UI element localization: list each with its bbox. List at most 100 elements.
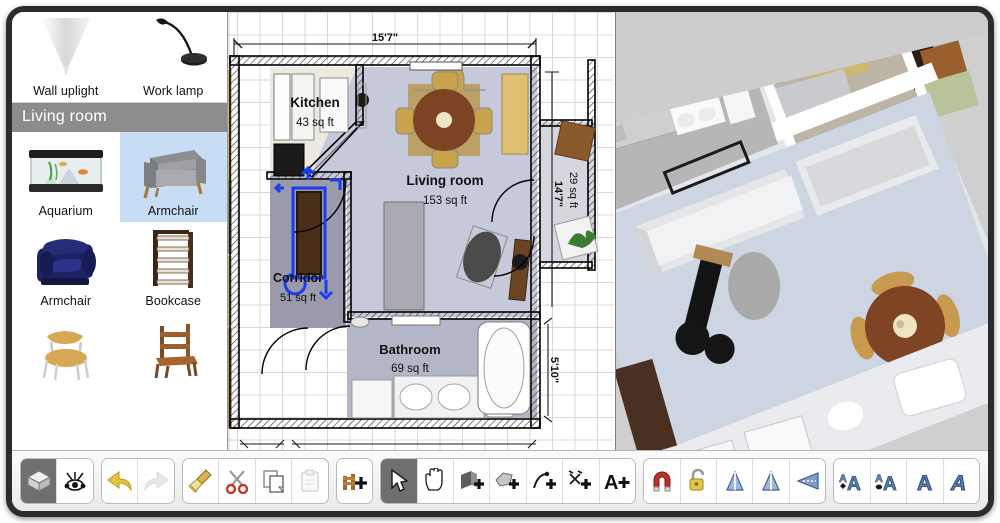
armchair-blue-icon (14, 228, 118, 290)
undo-button[interactable] (101, 459, 139, 503)
scissors-icon (225, 470, 249, 494)
dimension-right-lower: 5'10" (548, 357, 560, 383)
armchair-grey-icon (122, 138, 226, 200)
add-dimension-icon (568, 470, 591, 489)
zoom-out-icon (725, 470, 744, 491)
redo-arrow-icon (144, 471, 170, 492)
chair-white-icon (14, 318, 118, 380)
toolbar-group-text-size: A A A A A A (833, 458, 980, 504)
add-text-icon: A (604, 472, 630, 494)
lock-base-plan-button[interactable] (680, 459, 717, 503)
toolbar-group-edit (181, 458, 329, 504)
furniture-catalog-panel[interactable]: Wall uplight Work lamp Living room Aquar… (12, 12, 228, 462)
dimension-right-upper: 14'7" (552, 181, 564, 207)
catalog-items-grid: Aquarium Armchair Armchair Bookcase (12, 132, 227, 388)
svg-text:A: A (604, 472, 618, 494)
catalog-item-label: Armchair (40, 294, 92, 308)
italic-style-button[interactable]: A (943, 459, 980, 503)
cut-button[interactable] (219, 459, 256, 503)
main-toolbar[interactable]: A A A A A A A (12, 450, 988, 511)
svg-text:A: A (847, 474, 861, 494)
text-bold-icon: A (916, 472, 932, 495)
catalog-item-label: Aquarium (38, 204, 93, 218)
room-area-living: 153 sq ft (423, 195, 468, 207)
open-padlock-icon (689, 468, 705, 491)
paint-style-button[interactable] (182, 459, 220, 503)
create-walls-button[interactable] (454, 459, 491, 503)
room-name-bathroom: Bathroom (379, 342, 440, 357)
svg-text:A: A (875, 473, 883, 485)
pan-tool-button[interactable] (417, 459, 455, 503)
wall-uplight-icon (14, 18, 118, 80)
aerial-view-button[interactable] (21, 459, 58, 503)
catalog-item-label: Work lamp (143, 84, 204, 98)
toolbar-group-plan-tools: A (380, 458, 637, 504)
catalog-previous-category-items: Wall uplight Work lamp (12, 12, 227, 103)
create-dimension-button[interactable] (563, 459, 600, 503)
toolbar-group-furniture (335, 458, 374, 504)
3d-view-panel[interactable] (615, 12, 988, 462)
room-name-kitchen: Kitchen (290, 95, 340, 110)
dimension-top: 15'7" (372, 32, 398, 44)
select-tool-button[interactable] (381, 459, 418, 503)
undo-arrow-icon (106, 471, 132, 492)
add-polyline-icon (532, 471, 556, 489)
add-room-icon (495, 472, 520, 489)
toolbar-group-modifiers (643, 458, 827, 504)
bold-style-button[interactable]: A (907, 459, 944, 503)
paste-button[interactable] (292, 459, 328, 503)
create-polyline-button[interactable] (526, 459, 564, 503)
catalog-category-header[interactable]: Living room (12, 103, 227, 132)
zoom-out-button[interactable] (716, 459, 754, 503)
room-area-bathroom: 69 sq ft (391, 363, 430, 375)
cube-icon (26, 470, 51, 492)
add-furniture-button[interactable] (336, 459, 373, 503)
bookcase-icon (122, 228, 226, 290)
observer-icon (64, 472, 86, 491)
text-shrink-icon: A A (875, 473, 898, 494)
decrease-text-size-button[interactable]: A A (870, 459, 908, 503)
room-area-small: 29 sq ft (567, 172, 579, 208)
redo-button[interactable] (138, 459, 174, 503)
add-furniture-icon (343, 474, 368, 490)
catalog-item-bookcase[interactable]: Bookcase (120, 222, 228, 312)
copy-icon (262, 470, 284, 494)
catalog-item-armchair-blue[interactable]: Armchair (12, 222, 120, 312)
text-italic-icon: A (950, 472, 967, 495)
hand-icon (425, 468, 443, 491)
workspace: 15'7" Kitchen 43 sq ft Living room 153 s… (12, 12, 988, 462)
catalog-item-aquarium[interactable]: Aquarium (12, 132, 120, 222)
catalog-item-chair-wood[interactable] (120, 312, 228, 388)
svg-text:A: A (950, 472, 966, 494)
3d-render[interactable] (616, 12, 988, 462)
flip-horizontal-button[interactable] (789, 459, 826, 503)
magnetism-toggle-button[interactable] (644, 459, 681, 503)
create-rooms-button[interactable] (490, 459, 527, 503)
broom-icon (187, 469, 212, 493)
zoom-in-icon (762, 470, 781, 491)
aquarium-icon (14, 138, 118, 200)
add-text-button[interactable]: A (599, 459, 636, 503)
catalog-item-label: Armchair (147, 204, 199, 218)
svg-text:A: A (883, 474, 897, 494)
add-wall-icon (460, 471, 484, 489)
catalog-item-label: Wall uplight (33, 84, 99, 98)
toolbar-group-view-mode (20, 458, 94, 504)
increase-text-size-button[interactable]: A A (834, 459, 871, 503)
zoom-in-button[interactable] (753, 459, 790, 503)
room-area-kitchen: 43 sq ft (296, 117, 335, 129)
copy-button[interactable] (255, 459, 293, 503)
room-area-corridor: 51 sq ft (280, 292, 316, 304)
catalog-item-label: Bookcase (145, 294, 202, 308)
room-name-corridor: Corridor (273, 271, 323, 285)
flip-icon (795, 472, 819, 490)
application-window: 15'7" Kitchen 43 sq ft Living room 153 s… (6, 6, 994, 517)
work-lamp-icon (122, 18, 226, 80)
virtual-visit-button[interactable] (57, 459, 93, 503)
catalog-item-chair-white[interactable] (12, 312, 120, 388)
catalog-item-work-lamp[interactable]: Work lamp (120, 12, 228, 102)
catalog-item-wall-uplight[interactable]: Wall uplight (12, 12, 120, 102)
toolbar-group-history (100, 458, 175, 504)
catalog-item-armchair-grey[interactable]: Armchair (119, 132, 227, 222)
magnet-icon (653, 471, 671, 492)
